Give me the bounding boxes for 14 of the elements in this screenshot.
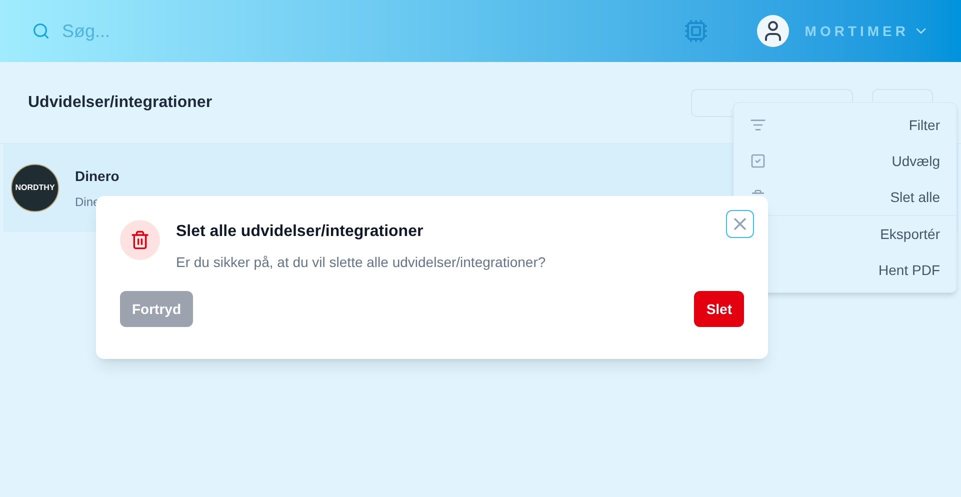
menu-item[interactable]: Udvælg [734,143,956,179]
chip-icon[interactable] [684,19,708,43]
company-logo: NORDTHY [11,164,59,212]
search-field[interactable]: Søg... [62,17,362,45]
item-name: Dinero [75,167,120,186]
filter-icon [750,117,766,133]
menu-item[interactable]: Filter [734,107,956,143]
delete-button[interactable]: Slet [694,291,744,327]
page-title: Udvidelser/integrationer [28,92,212,112]
search-icon [32,22,50,40]
checkbox-icon [750,153,766,169]
dialog-message: Er du sikker på, at du vil slette alle udvidelser/integrationer? [176,253,546,272]
avatar-icon[interactable] [756,15,789,47]
close-button[interactable] [726,210,754,238]
